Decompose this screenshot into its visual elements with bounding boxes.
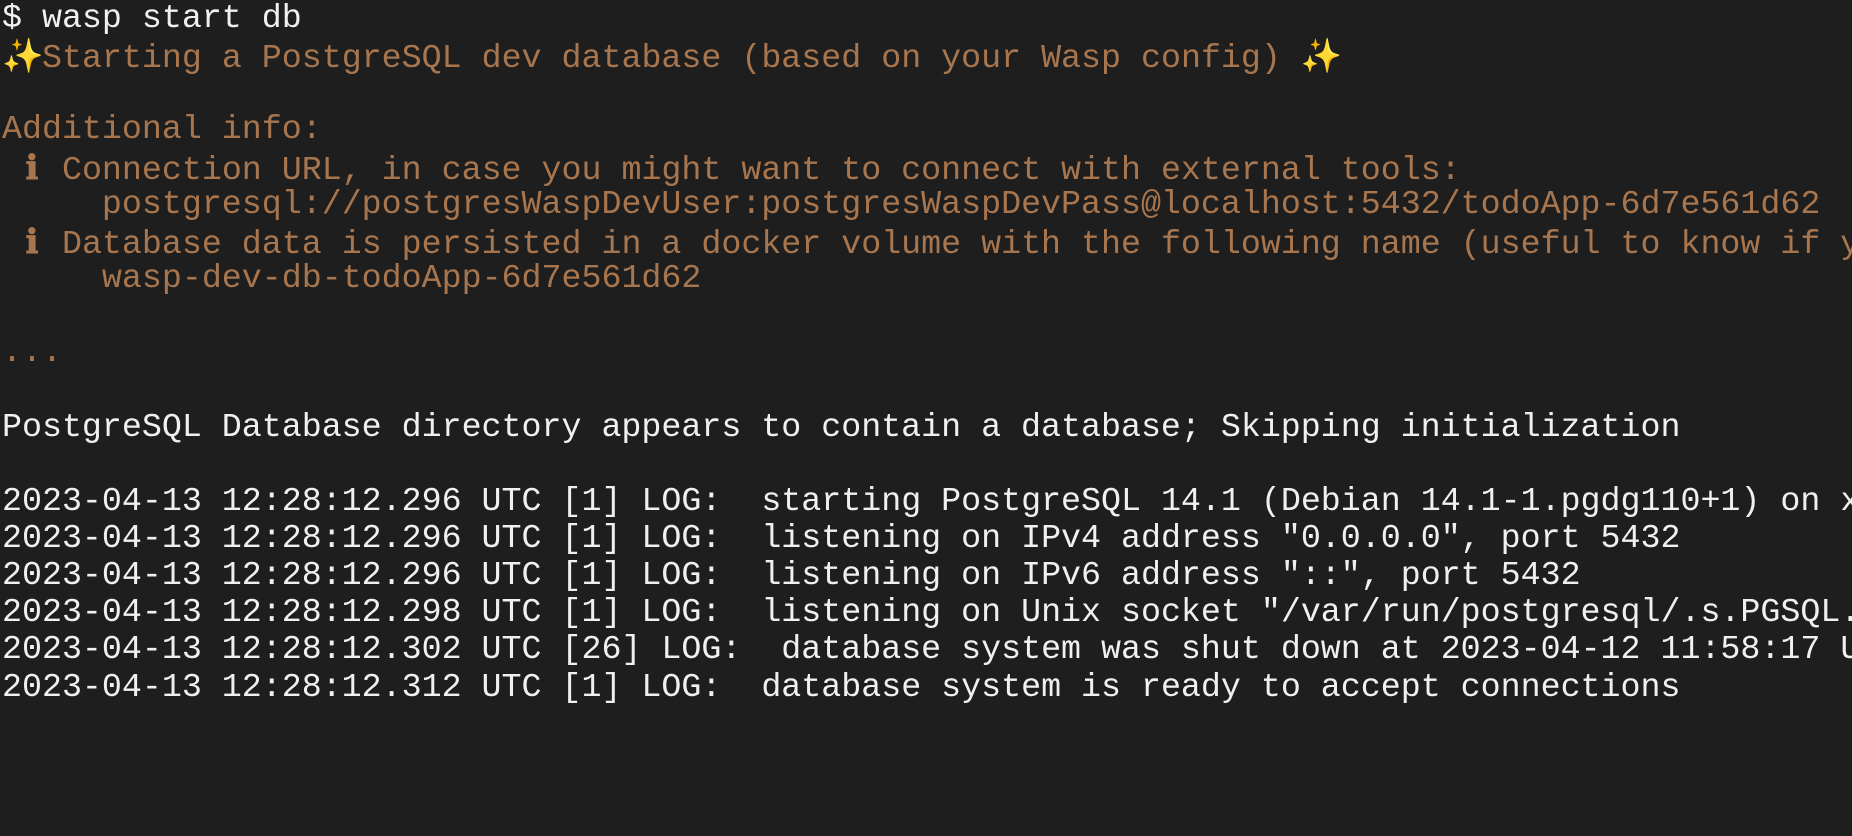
- log-line: 2023-04-13 12:28:12.296 UTC [1] LOG: sta…: [2, 483, 1852, 520]
- log-pid: [1]: [561, 482, 622, 520]
- log-level: LOG:: [641, 557, 722, 595]
- log-level: LOG:: [641, 594, 722, 632]
- log-pid: [1]: [561, 668, 622, 706]
- log-message: starting PostgreSQL 14.1 (Debian 14.1-1.…: [741, 482, 1852, 520]
- log-pid: [1]: [561, 557, 622, 595]
- log-level: LOG:: [641, 482, 722, 520]
- info-icon: ℹ: [25, 222, 39, 260]
- additional-info-header: Additional info:: [2, 111, 322, 149]
- log-line: 2023-04-13 12:28:12.298 UTC [1] LOG: lis…: [2, 594, 1852, 631]
- connection-url[interactable]: postgresql://postgresWaspDevUser:postgre…: [102, 186, 1820, 223]
- log-message: listening on IPv6 address "::", port 543…: [741, 557, 1581, 595]
- log-pid: [1]: [561, 594, 622, 632]
- log-timestamp: 2023-04-13 12:28:12.312 UTC: [2, 668, 542, 706]
- prompt-symbol: $: [2, 0, 22, 37]
- terminal-window[interactable]: $ wasp start db ✨Starting a PostgreSQL d…: [2, 0, 1852, 836]
- info-icon: ℹ: [25, 148, 39, 186]
- log-message: database system was shut down at 2023-04…: [761, 631, 1852, 669]
- log-timestamp: 2023-04-13 12:28:12.296 UTC: [2, 519, 542, 557]
- log-message: listening on Unix socket "/var/run/postg…: [741, 594, 1852, 632]
- log-timestamp: 2023-04-13 12:28:12.296 UTC: [2, 557, 542, 595]
- info-item-connection-url: ℹ Connection URL, in case you might want…: [2, 149, 1852, 186]
- info-item-label: Database data is persisted in a docker v…: [61, 224, 1852, 260]
- starting-message-text: Starting a PostgreSQL dev database (base…: [42, 39, 1281, 75]
- log-line: 2023-04-13 12:28:12.296 UTC [1] LOG: lis…: [2, 520, 1852, 557]
- sparkles-icon: ✨: [1300, 37, 1343, 75]
- sparkles-icon: ✨: [2, 37, 44, 75]
- docker-volume-name: wasp-dev-db-todoApp-6d7e561d62: [101, 259, 702, 297]
- init-message: PostgreSQL Database directory appears to…: [2, 408, 1681, 446]
- connection-url-value: postgresql://postgresWaspDevUser:postgre…: [2, 186, 1852, 223]
- docker-volume-value: wasp-dev-db-todoApp-6d7e561d62: [2, 260, 1852, 297]
- command-line: $ wasp start db: [2, 0, 1852, 37]
- log-timestamp: 2023-04-13 12:28:12.298 UTC: [2, 594, 542, 632]
- log-level: LOG:: [661, 631, 742, 669]
- log-line: 2023-04-13 12:28:12.302 UTC [26] LOG: da…: [2, 631, 1852, 668]
- log-line: 2023-04-13 12:28:12.312 UTC [1] LOG: dat…: [2, 669, 1852, 706]
- starting-message: ✨Starting a PostgreSQL dev database (bas…: [2, 37, 1852, 74]
- info-item-docker-volume: ℹ Database data is persisted in a docker…: [2, 223, 1852, 260]
- ellipsis: ...: [2, 334, 62, 372]
- command-text: wasp start db: [41, 0, 302, 37]
- log-message: listening on IPv4 address "0.0.0.0", por…: [741, 519, 1681, 557]
- log-level: LOG:: [641, 519, 722, 557]
- log-line: 2023-04-13 12:28:12.296 UTC [1] LOG: lis…: [2, 557, 1852, 594]
- log-message: database system is ready to accept conne…: [741, 668, 1681, 706]
- info-item-label: Connection URL, in case you might want t…: [61, 150, 1461, 186]
- log-pid: [1]: [561, 519, 622, 557]
- log-timestamp: 2023-04-13 12:28:12.302 UTC: [2, 631, 542, 669]
- log-level: LOG:: [641, 668, 722, 706]
- log-timestamp: 2023-04-13 12:28:12.296 UTC: [2, 482, 542, 520]
- log-pid: [26]: [561, 631, 642, 669]
